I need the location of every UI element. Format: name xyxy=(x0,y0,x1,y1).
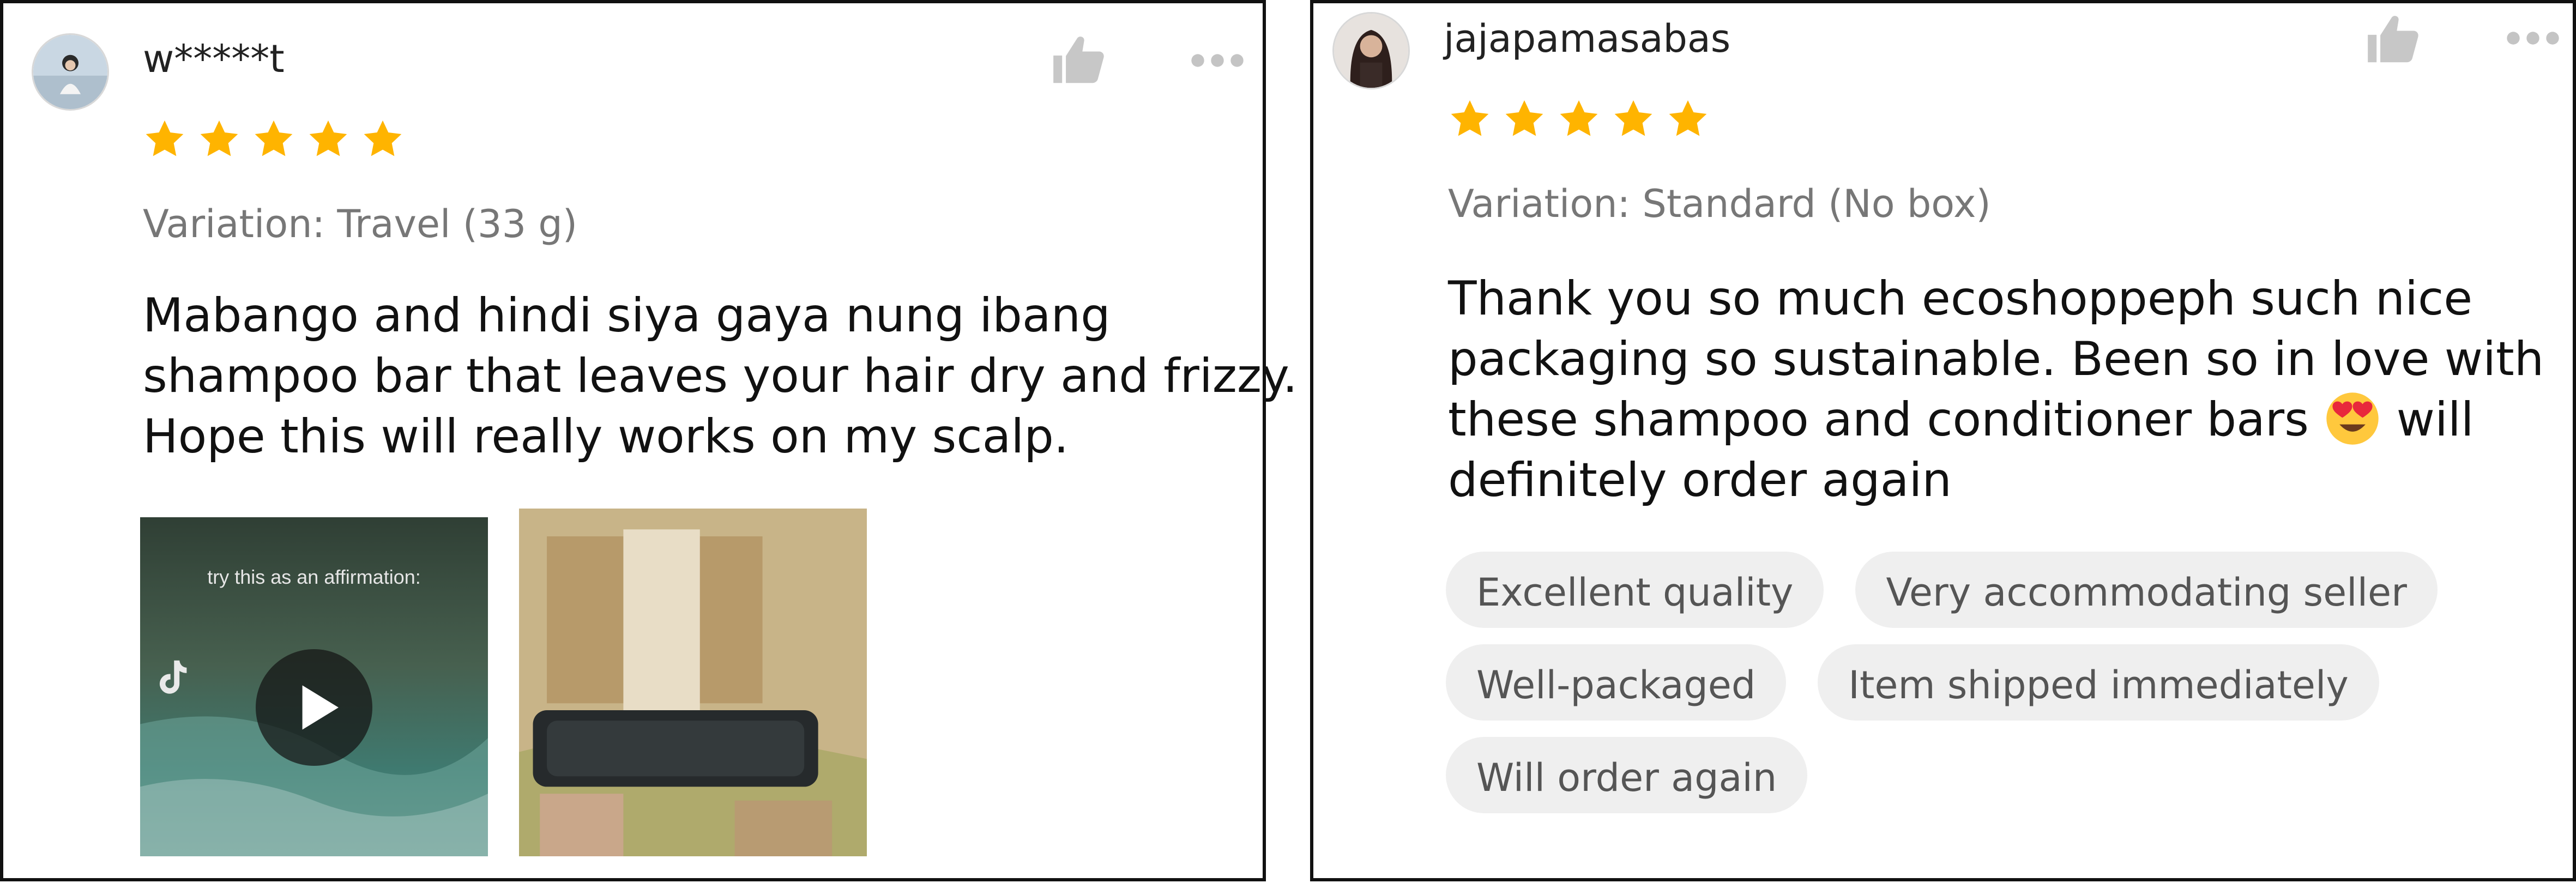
avatar[interactable] xyxy=(1332,12,1410,89)
avatar-photo xyxy=(1334,14,1408,88)
star-icon xyxy=(1560,100,1598,136)
more-options-icon[interactable] xyxy=(1187,51,1247,70)
review-text-line: shampoo bar that leaves your hair dry an… xyxy=(143,349,1298,403)
review-text-line: Hope this will really works on my scalp. xyxy=(143,409,1069,464)
tag-row: Excellent quality Very accommodating sel… xyxy=(1446,552,2482,628)
heart-eyes-emoji xyxy=(2326,392,2379,445)
avatar-photo xyxy=(33,35,107,109)
photo-thumbnail[interactable] xyxy=(519,509,867,856)
play-icon xyxy=(302,685,339,730)
reviewer-name[interactable]: jajapamasabas xyxy=(1444,20,1730,58)
tag: Item shipped immediately xyxy=(1818,644,2379,721)
star-rating xyxy=(143,118,405,161)
tag: Very accommodating seller xyxy=(1855,552,2438,628)
tag: Well-packaged xyxy=(1446,644,1787,721)
review-card: w*****t Variation: Travel (33 g) Mabango… xyxy=(0,0,1298,881)
star-icon xyxy=(1451,100,1489,136)
review-text-line: packaging so sustainable. Been so in lov… xyxy=(1448,332,2544,386)
review-tags: Excellent quality Very accommodating sel… xyxy=(1446,552,2482,830)
variation-label: Variation: Travel (33 g) xyxy=(143,202,578,246)
tag-row: Will order again xyxy=(1446,737,2482,813)
variation-label: Variation: Standard (No box) xyxy=(1448,182,1991,226)
review-text-line: definitely order again xyxy=(1448,453,1952,507)
star-icon xyxy=(309,120,347,156)
avatar[interactable] xyxy=(32,33,109,111)
video-thumbnail[interactable]: try this as an affirmation: xyxy=(140,509,488,856)
star-icon xyxy=(255,120,293,156)
review-text-line: Thank you so much ecoshoppeph such nice xyxy=(1448,271,2473,326)
review-text-segment: these shampoo and conditioner bars xyxy=(1448,392,2309,447)
tag: Excellent quality xyxy=(1446,552,1824,628)
tiktok-icon xyxy=(159,660,187,694)
review-text-line: Mabango and hindi siya gaya nung ibang xyxy=(143,288,1111,343)
review-text-segment: will xyxy=(2381,392,2474,447)
star-rating xyxy=(1448,98,1710,141)
review-text: Thank you so much ecoshoppeph such nice … xyxy=(1448,269,2544,511)
thumbs-up-icon[interactable] xyxy=(2363,10,2423,70)
more-options-icon[interactable] xyxy=(2503,28,2563,48)
tag-row: Well-packaged Item shipped immediately xyxy=(1446,644,2482,721)
tag: Will order again xyxy=(1446,737,1808,813)
thumbs-up-icon[interactable] xyxy=(1048,31,1108,90)
star-icon xyxy=(200,120,238,156)
play-button[interactable] xyxy=(256,649,372,766)
reviewer-name[interactable]: w*****t xyxy=(143,40,285,78)
review-text-line: these shampoo and conditioner bars will xyxy=(1448,390,2544,450)
star-icon xyxy=(1505,100,1543,136)
star-icon xyxy=(1669,100,1707,136)
video-caption: try this as an affirmation: xyxy=(207,566,421,588)
star-icon xyxy=(364,120,402,156)
product-photo xyxy=(519,509,867,856)
star-icon xyxy=(146,120,184,156)
star-icon xyxy=(1614,100,1652,136)
review-text: Mabango and hindi siya gaya nung ibang s… xyxy=(143,286,1298,467)
